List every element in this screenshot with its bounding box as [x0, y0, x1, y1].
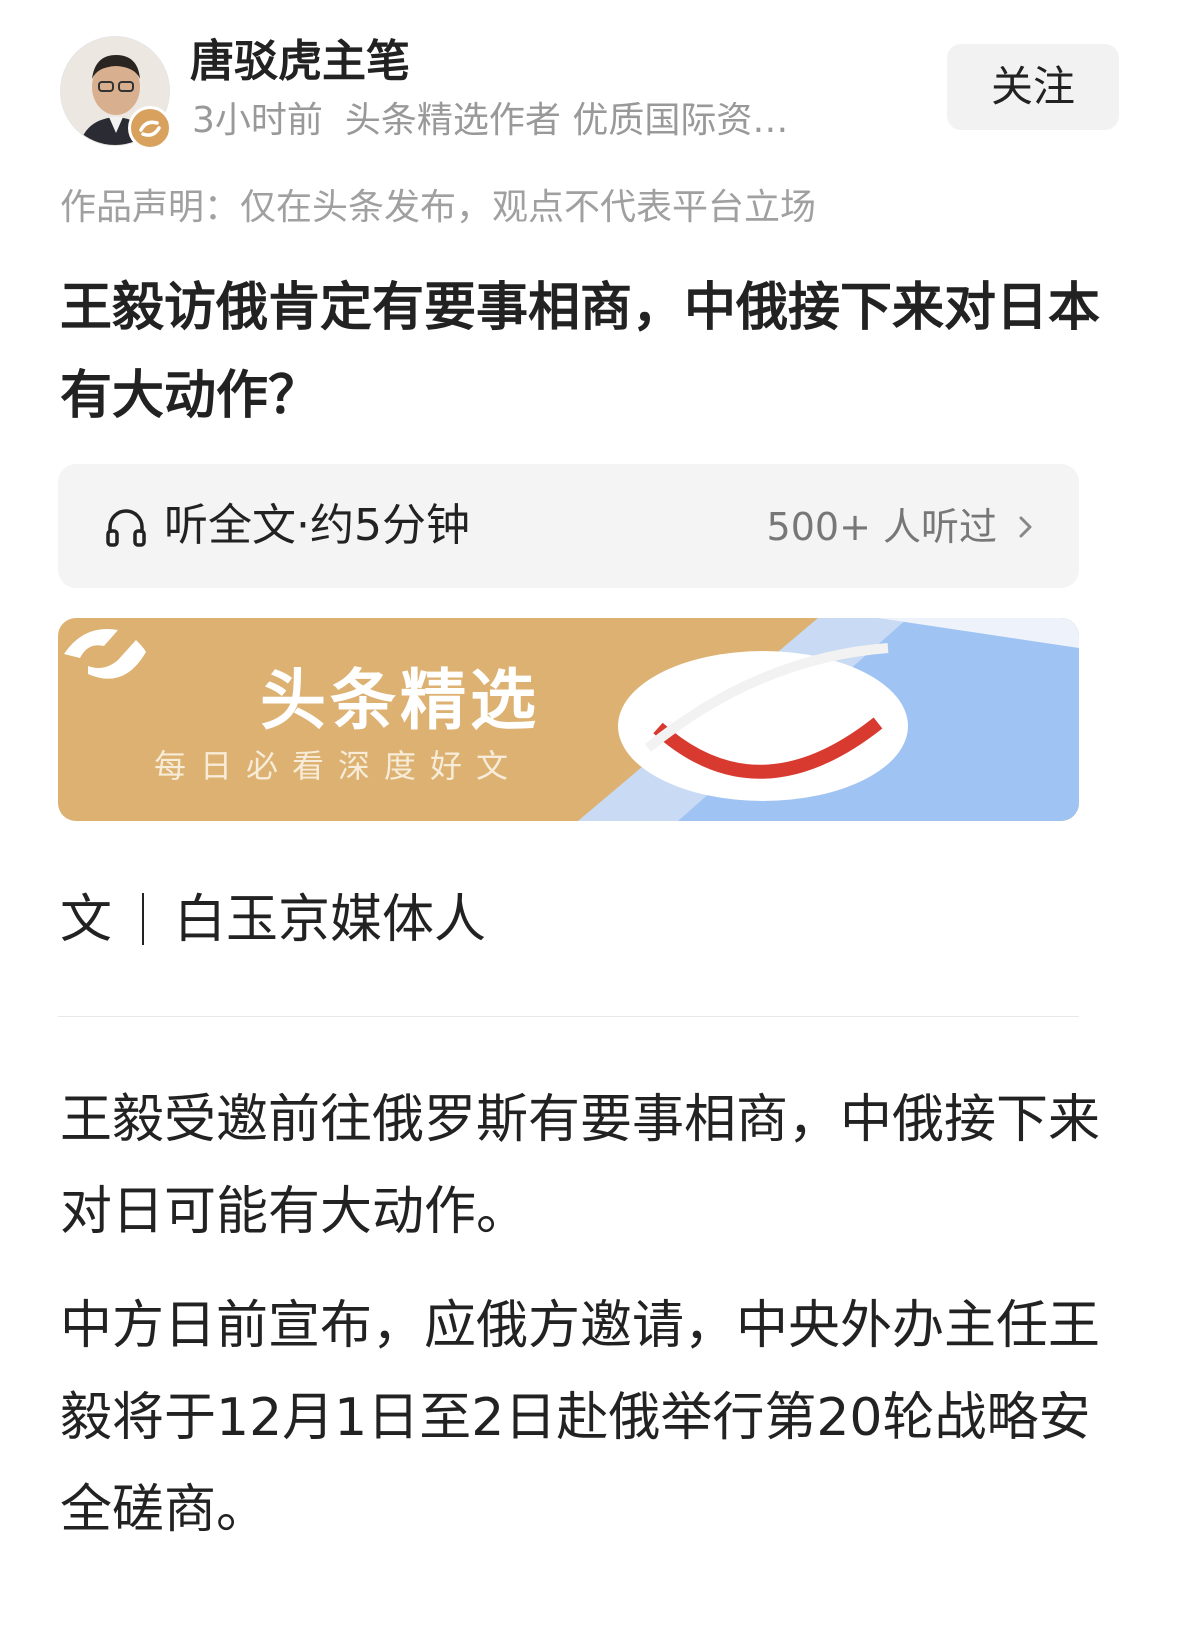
toutiao-selection-banner[interactable]: 头条精选 每日必看深度好文	[58, 618, 1079, 821]
byline: 文 白玉京媒体人	[60, 888, 486, 952]
author-header: 唐驳虎主笔 3小时前 头条精选作者 优质国际资… 关注	[60, 36, 1119, 150]
listen-count: 500+ 人听过	[766, 505, 997, 549]
author-meta: 3小时前 头条精选作者 优质国际资…	[192, 98, 872, 144]
body-paragraph: 中方日前宣布，应俄方邀请，中央外办主任王毅将于12月1日至2日赴俄举行第20轮战…	[60, 1296, 1101, 1540]
toutiao-logo-icon	[64, 629, 146, 679]
verified-badge-icon	[128, 106, 172, 150]
byline-prefix: 文	[60, 890, 113, 950]
article-page: 唐驳虎主笔 3小时前 头条精选作者 优质国际资… 关注 作品声明：仅在头条发布，观…	[0, 0, 1179, 1627]
follow-button[interactable]: 关注	[947, 44, 1119, 130]
banner-background	[578, 618, 1079, 821]
byline-divider	[142, 893, 145, 945]
listen-label: 听全文·约5分钟	[164, 500, 470, 551]
banner-title: 头条精选	[260, 662, 540, 739]
content-statement: 作品声明：仅在头条发布，观点不代表平台立场	[60, 187, 817, 228]
chevron-right-icon	[1019, 516, 1032, 538]
author-tags: 头条精选作者 优质国际资…	[344, 100, 789, 141]
listen-bar[interactable]: 听全文·约5分钟 500+ 人听过	[58, 464, 1079, 588]
publish-time: 3小时前	[192, 100, 323, 141]
article-title: 王毅访俄肯定有要事相商，中俄接下来对日本有大动作？	[60, 278, 1101, 426]
banner-subtitle: 每日必看深度好文	[154, 747, 523, 785]
author-name[interactable]: 唐驳虎主笔	[190, 36, 410, 88]
byline-author: 白玉京媒体人	[174, 890, 487, 950]
section-divider	[58, 1016, 1079, 1017]
headphones-icon	[106, 509, 146, 547]
body-paragraph: 王毅受邀前往俄罗斯有要事相商，中俄接下来对日可能有大动作。	[60, 1090, 1101, 1242]
